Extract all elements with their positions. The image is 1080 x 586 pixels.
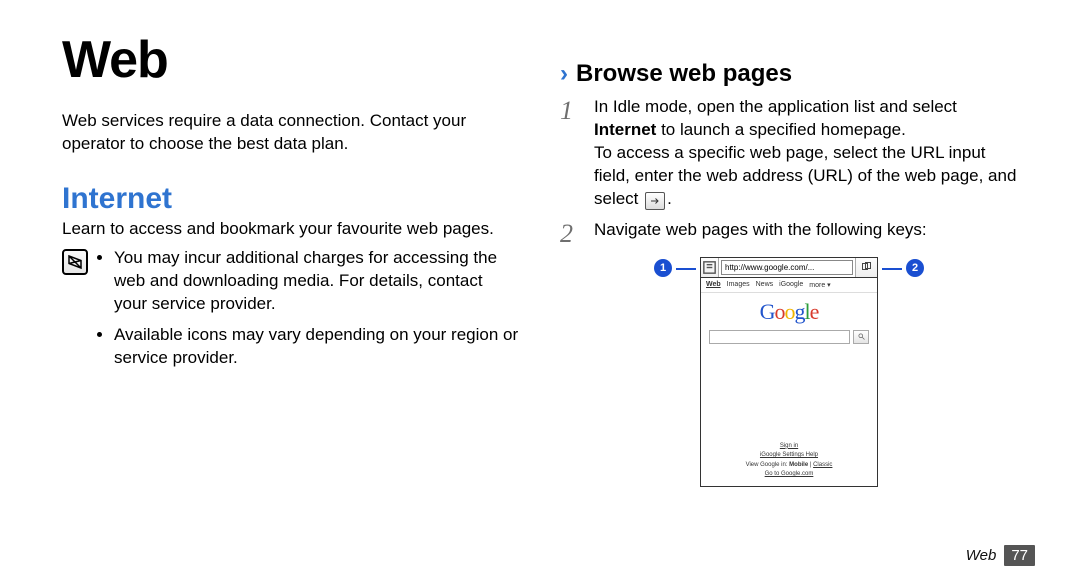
- footer-view-a: View Google in:: [746, 462, 790, 468]
- search-input[interactable]: [709, 330, 850, 344]
- section-title-internet: Internet: [62, 182, 520, 216]
- phone-diagram: 1 http://www.google.com/... Web Images N…: [560, 257, 1018, 487]
- footer-goto[interactable]: Go to Google.com: [765, 471, 814, 477]
- footer-links[interactable]: iGoogle Settings Help: [760, 452, 818, 458]
- chevron-right-icon: ›: [560, 62, 568, 86]
- step1-text-c: to launch a specified homepage.: [656, 120, 906, 139]
- footer-label: Web: [966, 547, 997, 564]
- step1-text-a: In Idle mode, open the application list …: [594, 97, 957, 116]
- callout-2: 2: [906, 259, 924, 277]
- nav-more[interactable]: more ▾: [809, 281, 830, 289]
- footer-view-mobile: Mobile: [789, 462, 808, 468]
- intro-text: Web services require a data connection. …: [62, 110, 520, 156]
- step-1: 1 In Idle mode, open the application lis…: [560, 96, 1018, 211]
- phone-footer: Sign in iGoogle Settings Help View Googl…: [701, 440, 877, 486]
- right-column: › Browse web pages 1 In Idle mode, open …: [560, 30, 1018, 536]
- nav-web[interactable]: Web: [706, 281, 721, 289]
- page-title: Web: [62, 30, 520, 90]
- callout-line-right: [882, 268, 902, 270]
- left-column: Web Web services require a data connecti…: [62, 30, 520, 536]
- windows-button[interactable]: [855, 258, 877, 277]
- note-block: You may incur additional charges for acc…: [62, 247, 520, 378]
- nav-news[interactable]: News: [756, 281, 774, 289]
- phone-mockup: http://www.google.com/... Web Images New…: [700, 257, 878, 487]
- step2-text: Navigate web pages with the following ke…: [594, 219, 1018, 247]
- step1-text-2b: .: [667, 189, 672, 208]
- step-2: 2 Navigate web pages with the following …: [560, 219, 1018, 247]
- step-number: 1: [560, 98, 582, 211]
- note-icon: [62, 249, 88, 275]
- footer-signin[interactable]: Sign in: [780, 443, 798, 449]
- go-arrow-button[interactable]: [645, 192, 665, 210]
- nav-images[interactable]: Images: [727, 281, 750, 289]
- page-number: 77: [1004, 545, 1035, 566]
- note-item-1: You may incur additional charges for acc…: [114, 247, 520, 316]
- footer-view-classic[interactable]: Classic: [813, 462, 832, 468]
- search-button[interactable]: [853, 330, 869, 344]
- step-number: 2: [560, 221, 582, 247]
- page-footer: Web 77: [966, 545, 1035, 566]
- section-desc: Learn to access and bookmark your favour…: [62, 218, 520, 241]
- google-nav: Web Images News iGoogle more ▾: [701, 278, 877, 293]
- callout-1: 1: [654, 259, 672, 277]
- nav-igoogle[interactable]: iGoogle: [779, 281, 803, 289]
- url-input[interactable]: http://www.google.com/...: [721, 260, 853, 275]
- google-logo: Google: [760, 299, 819, 325]
- step1-strong: Internet: [594, 120, 656, 139]
- sub-heading: Browse web pages: [576, 60, 792, 88]
- page-favicon-icon: [701, 258, 719, 277]
- note-item-2: Available icons may vary depending on yo…: [114, 324, 520, 370]
- callout-line-left: [676, 268, 696, 270]
